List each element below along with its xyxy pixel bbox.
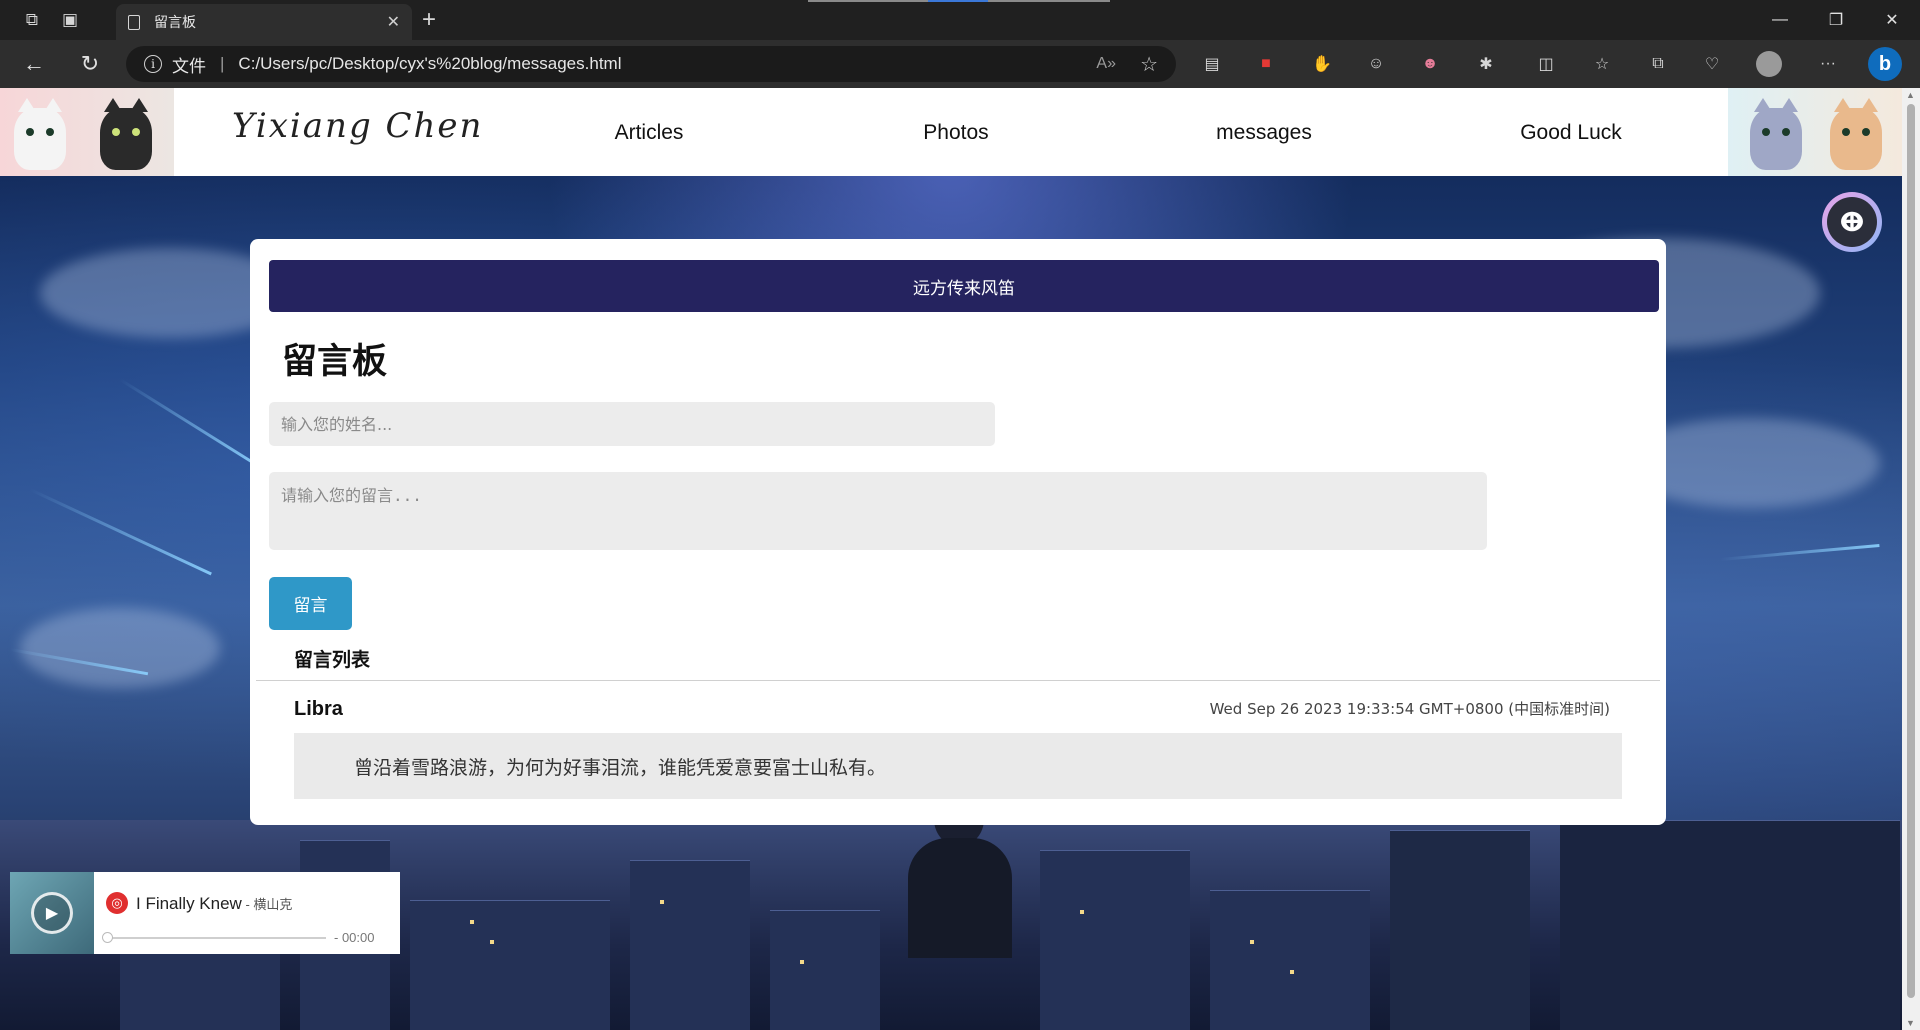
meteor-streak [29,488,212,576]
page-scrollbar[interactable]: ▲ ▼ [1902,88,1920,1030]
tab-title: 留言板 [154,14,196,30]
list-divider [256,680,1660,681]
lit-window [1290,970,1294,974]
banner-bar: 远方传来风笛 [269,260,1659,312]
address-toolbar: ← ↻ i 文件 | C:/Users/pc/Desktop/cyx's%20b… [0,40,1920,88]
address-separator: | [220,54,225,73]
message-list-title: 留言列表 [294,649,371,671]
lit-window [1080,910,1084,914]
site-info-icon[interactable]: i [144,55,162,73]
name-input[interactable] [269,402,995,446]
message-author: Libra [294,698,343,720]
message-textarea[interactable] [269,472,1487,550]
split-screen-icon[interactable]: ◫ [1534,52,1558,76]
site-header: Yixiang Chen Articles Photos messages Go… [0,88,1902,176]
song-title: I Finally Knew [136,894,242,913]
address-scheme-label: 文件 [172,56,206,76]
song-info: I Finally Knew - 横山克 [136,894,292,914]
extensions-puzzle-icon[interactable]: ✱ [1474,52,1498,76]
black-cat-icon [100,98,152,170]
tabstrip-indicator [988,0,1110,2]
figure-body [908,838,1012,958]
lit-window [1250,940,1254,944]
tabstrip-indicator-active [928,0,988,2]
profile-avatar-icon[interactable] [1756,51,1782,77]
tabstrip-indicator [808,0,928,2]
album-cover[interactable]: ▶ [10,872,94,954]
site-brand[interactable]: Yixiang Chen [232,106,483,146]
window-close-icon[interactable]: ✕ [1864,0,1920,40]
building [630,860,750,1030]
header-cats-left-image [0,88,174,176]
nav-articles[interactable]: Articles [615,121,684,145]
browser-tab-bar: ⧉ ▣ 留言板 ✕ + — ❐ ✕ [0,0,1920,40]
lit-window [490,940,494,944]
calico-cat-icon [1830,98,1882,170]
building [770,910,880,1030]
new-tab-button[interactable]: + [422,6,436,34]
building [1390,830,1530,1030]
netease-music-icon: ◎ [106,892,128,914]
lit-window [660,900,664,904]
extension-hand-icon[interactable]: ✋ [1310,52,1334,76]
page-title: 留言板 [282,342,388,382]
active-tab[interactable]: 留言板 ✕ [116,4,412,40]
tab-close-icon[interactable]: ✕ [387,12,400,32]
nav-photos[interactable]: Photos [923,121,988,145]
meteor-streak [1719,544,1880,561]
favorites-icon[interactable]: ☆ [1590,52,1614,76]
copilot-icon[interactable]: b [1868,47,1902,81]
address-url[interactable]: C:/Users/pc/Desktop/cyx's%20blog/message… [238,54,621,74]
lit-window [800,960,804,964]
minimize-icon[interactable]: — [1752,0,1808,40]
address-bar[interactable]: i 文件 | C:/Users/pc/Desktop/cyx's%20blog/… [126,46,1176,82]
building [410,900,610,1030]
document-icon [128,14,140,30]
message-timestamp: Wed Sep 26 2023 19:33:54 GMT+0800 (中国标准时… [1209,700,1610,718]
favorite-star-icon[interactable]: ☆ [1140,52,1158,77]
building [1210,890,1370,1030]
nav-good-luck[interactable]: Good Luck [1520,121,1622,145]
extension-face-icon[interactable]: ☺ [1364,52,1388,76]
restore-icon[interactable]: ❐ [1808,0,1864,40]
player-info: ◎ I Finally Knew - 横山克 - 00:00 [94,872,400,954]
cloud [20,608,220,688]
scroll-up-icon[interactable]: ▲ [1906,90,1915,100]
grey-cat-icon [1750,98,1802,170]
floating-logo-mark: ⴲ [1827,197,1877,247]
rooftop [1560,820,1900,1030]
extension-cat-icon[interactable]: ☻ [1418,52,1442,76]
message-content: 曾沿着雪路浪游，为何为好事泪流，谁能凭爱意要富士山私有。 [294,733,1622,799]
workspaces-icon[interactable]: ⧉ [18,8,46,32]
music-player: ▶ ◎ I Finally Knew - 横山克 - 00:00 [10,872,400,954]
progress-track[interactable] [106,937,326,939]
tab-actions-icon[interactable]: ▣ [56,8,84,32]
refresh-icon[interactable]: ↻ [76,50,104,78]
progress-knob[interactable] [102,932,113,943]
header-cats-right-image [1728,88,1902,176]
collections-icon[interactable]: ⧉ [1646,52,1670,76]
submit-message-button[interactable]: 留言 [269,577,352,630]
scroll-down-icon[interactable]: ▼ [1906,1018,1915,1028]
browser-essentials-icon[interactable]: ♡ [1700,52,1724,76]
message-board-panel: 远方传来风笛 留言板 留言 留言列表 Libra Wed Sep 26 2023… [250,239,1666,825]
read-aloud-icon[interactable]: A» [1096,55,1116,73]
floating-logo-icon[interactable]: ⴲ [1822,192,1882,252]
building [1040,850,1190,1030]
back-icon[interactable]: ← [20,50,48,78]
song-artist: - 横山克 [241,897,293,912]
white-cat-icon [14,98,66,170]
more-menu-icon[interactable]: ··· [1816,52,1840,76]
meteor-streak [119,378,257,466]
scrollbar-thumb[interactable] [1907,104,1915,998]
extension-red-icon[interactable]: ■ [1254,52,1278,76]
play-time: - 00:00 [334,930,375,945]
play-icon[interactable]: ▶ [31,892,73,934]
extension-badge-icon[interactable]: ▤ [1200,52,1224,76]
lit-window [470,920,474,924]
window-controls: — ❐ ✕ [1752,0,1920,40]
nav-messages[interactable]: messages [1216,121,1312,145]
